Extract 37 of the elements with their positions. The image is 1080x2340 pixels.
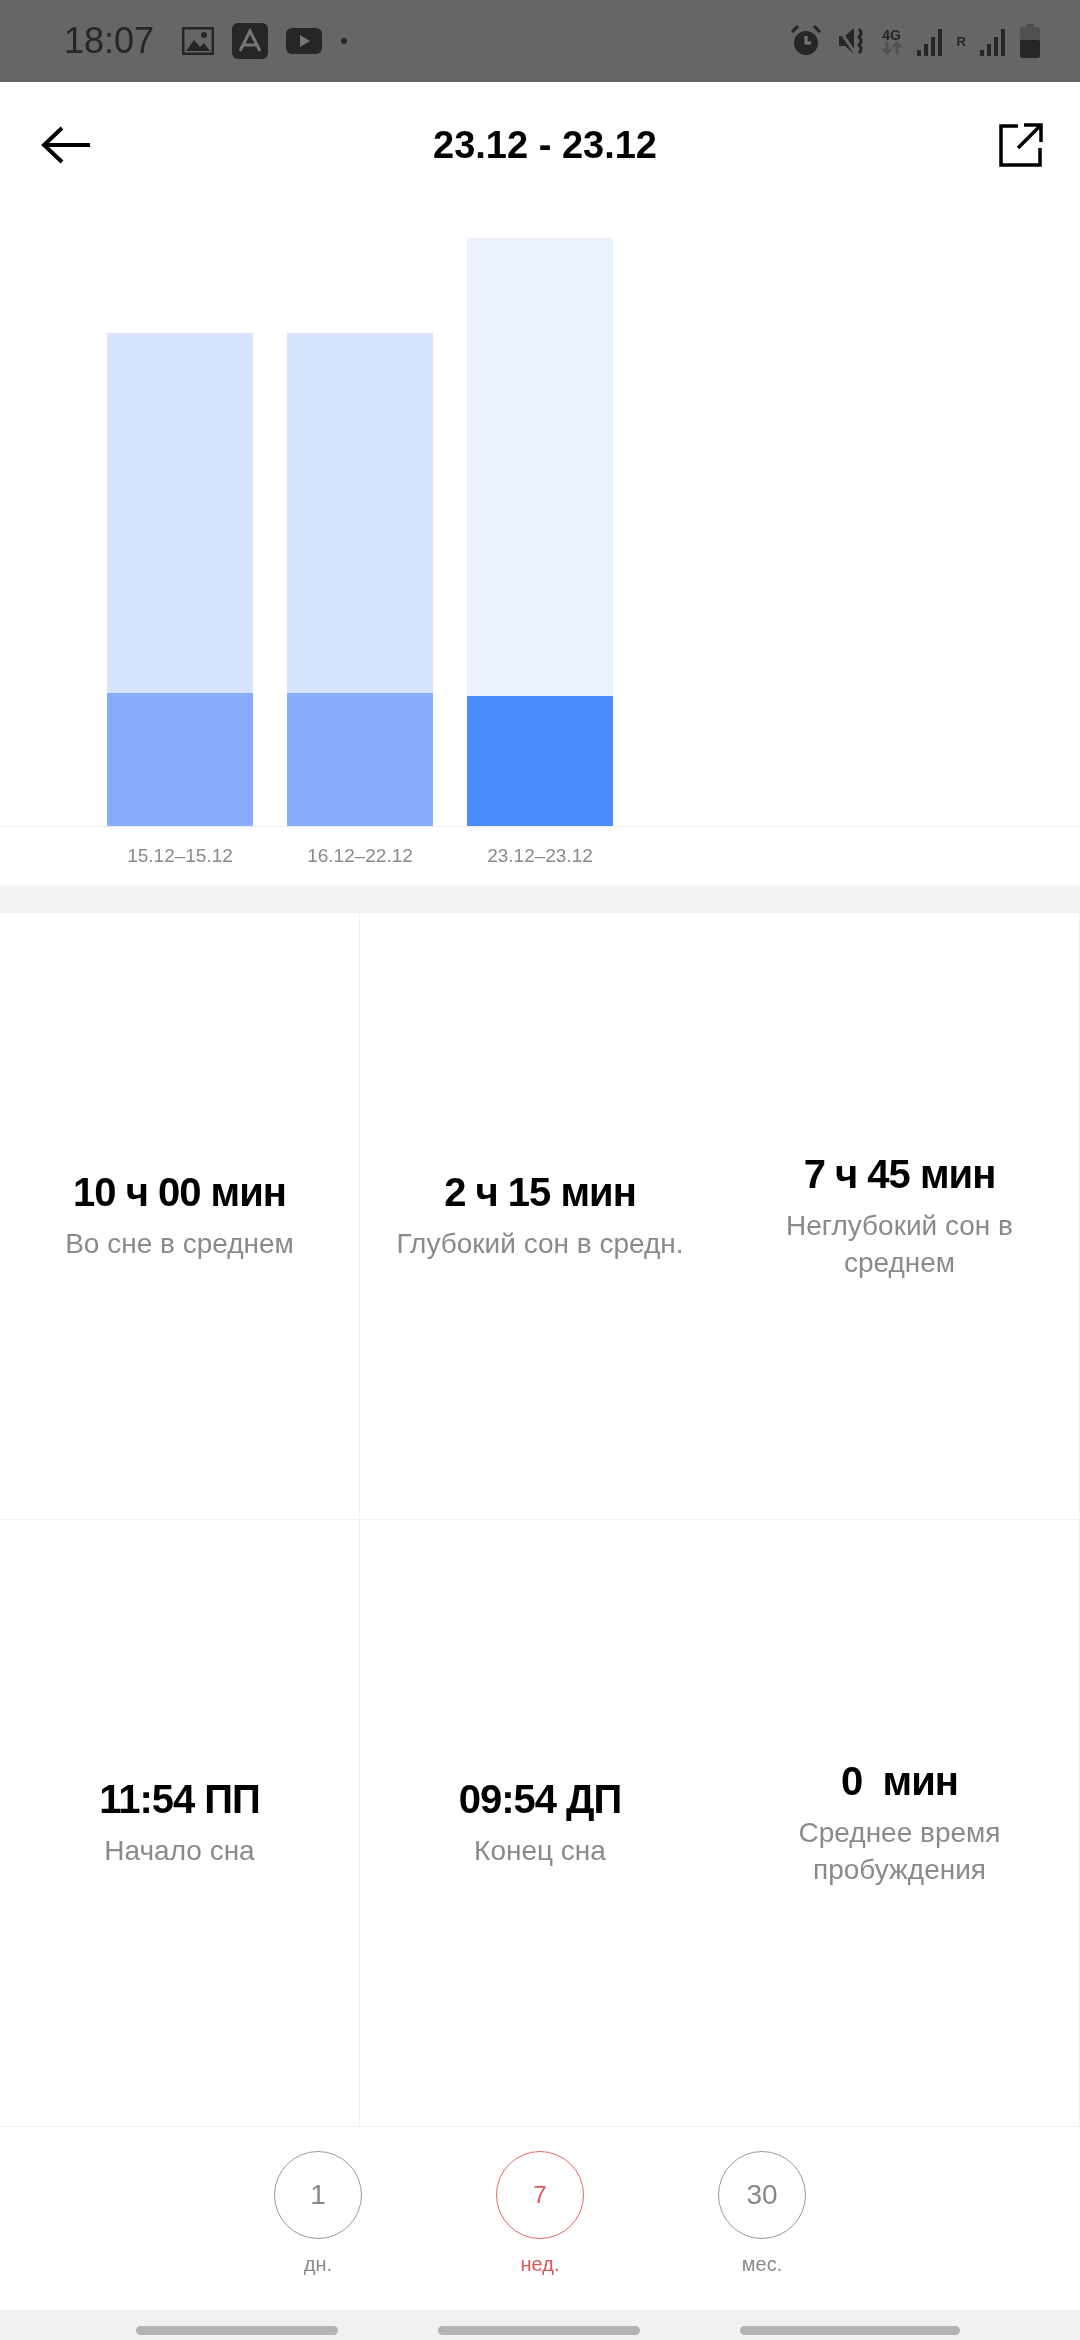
nav-handle[interactable] [136, 2325, 338, 2335]
period-label: дн. [303, 2253, 333, 2276]
window-title: 23.12 - 23.12 [433, 123, 657, 167]
sleep-bar[interactable] [467, 238, 613, 826]
battery-icon [1020, 24, 1040, 58]
stat-value: 7 ч 45 мин [803, 1151, 996, 1197]
roaming-indicator: R [956, 34, 966, 48]
bar-label: 23.12–23.12 [486, 845, 594, 867]
stat-label: Во сне в среднем [65, 1227, 294, 1261]
image-icon [182, 27, 215, 55]
period-label: нед. [520, 2253, 560, 2276]
period-label: мес. [741, 2253, 783, 2276]
nav-handle[interactable] [438, 2325, 640, 2335]
stat-label: Неглубокий сон в среднем [785, 1208, 1014, 1280]
play-icon [286, 28, 323, 54]
signal-icon [980, 26, 1006, 56]
sleep-bar[interactable] [287, 333, 433, 826]
bar-label: 15.12–15.12 [126, 845, 234, 867]
stat-value: 0 мин [841, 1758, 958, 1804]
sleep-bar[interactable] [107, 333, 253, 826]
bar-label: 16.12–22.12 [306, 845, 414, 867]
signal-icon [916, 26, 943, 56]
stat-label: Конец сна [474, 1834, 606, 1868]
app-icon [232, 23, 269, 59]
stat-value: 09:54 ДП [458, 1777, 622, 1822]
alarm-icon [788, 24, 823, 58]
dot-icon [340, 37, 349, 45]
network-indicator: 4G [880, 28, 903, 54]
stat-value: 10 ч 00 мин [73, 1170, 286, 1215]
stat-label: Среднее время пробуждения [797, 1815, 1002, 1887]
stat-label: Начало сна [104, 1834, 255, 1868]
back-button[interactable] [40, 125, 92, 165]
stat-label: Глубокий сон в средн. [396, 1227, 684, 1261]
clock-time: 18:07 [64, 20, 155, 62]
share-button[interactable] [998, 122, 1044, 168]
stat-value: 11:54 ПП [99, 1777, 260, 1822]
stat-value: 2 ч 15 мин [444, 1170, 636, 1215]
